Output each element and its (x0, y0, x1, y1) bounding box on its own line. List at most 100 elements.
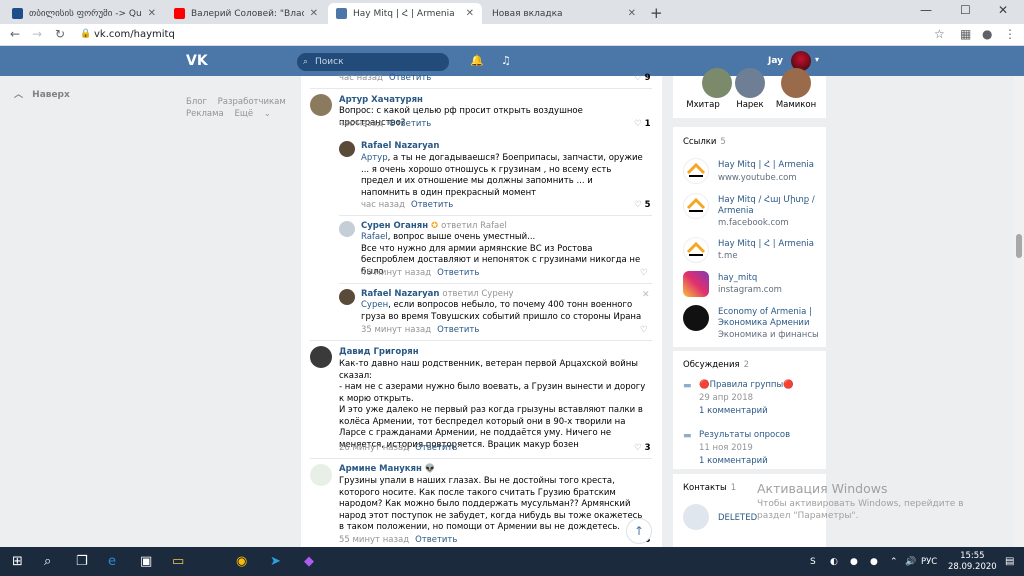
tray-icon[interactable]: ◐ (830, 557, 838, 567)
avatar[interactable] (310, 464, 332, 486)
music-icon[interactable]: ♫ (501, 54, 511, 67)
app-icon[interactable]: ◆ (304, 554, 314, 569)
language-indicator[interactable]: РУС (921, 557, 937, 567)
tab-new-tab[interactable]: Новая вкладка ✕ (484, 3, 644, 24)
friend-name[interactable]: Нарек (725, 100, 775, 110)
back-arrow-icon[interactable]: ← (10, 27, 20, 41)
reply-link[interactable]: Ответить (415, 535, 457, 545)
edge-icon[interactable]: e (108, 554, 116, 569)
mention-link[interactable]: Сурен (361, 300, 388, 310)
discussion-comments[interactable]: 1 комментарий (699, 456, 768, 466)
links-title[interactable]: Ссылки 5 (683, 137, 726, 147)
like-button[interactable]: ♡ (640, 268, 648, 278)
user-name[interactable]: Jay (768, 56, 783, 66)
comment-author[interactable]: Давид Григорян (339, 347, 419, 357)
windows-start-icon[interactable]: ⊞ (12, 554, 23, 569)
task-view-icon[interactable]: ❐ (76, 554, 88, 569)
page-scrollbar[interactable] (1014, 76, 1024, 547)
chrome-icon[interactable]: ◉ (236, 554, 247, 569)
link-title[interactable]: Economy of Armenia | Экономика Армении (718, 307, 823, 329)
friend-name[interactable]: Мхитар (678, 100, 728, 110)
tab-georgian-forum[interactable]: თბილისის ფორუმი -> Quotin ✕ (4, 3, 164, 24)
link-title[interactable]: Hay Mitq | Հ | Armenia (718, 160, 823, 171)
close-icon[interactable]: ✕ (642, 290, 650, 300)
extension-icon[interactable]: ▦ (960, 27, 971, 41)
vk-logo[interactable]: VK (186, 53, 208, 69)
profile-icon[interactable]: ● (982, 27, 992, 41)
avatar[interactable] (310, 94, 332, 116)
taskbar-clock[interactable]: 15:55 28.09.2020 (948, 551, 997, 573)
lock-icon[interactable]: 🔒 (80, 29, 91, 39)
reply-link[interactable]: Ответить (437, 325, 479, 335)
search-icon[interactable]: ⌕ (44, 554, 51, 569)
bookmark-star-icon[interactable]: ☆ (934, 27, 945, 41)
contact-name[interactable]: DELETED (718, 513, 757, 524)
tab-vk-haymitq[interactable]: Hay Mitq | Հ | Armenia ✕ (328, 3, 482, 24)
link-title[interactable]: Hay Mitq / Հայ Միտք / Armenia (718, 195, 823, 217)
tab-youtube[interactable]: Валерий Соловей: "Власть боит ✕ (166, 3, 326, 24)
like-button[interactable]: ♡ 5 (634, 200, 651, 210)
avatar[interactable] (735, 68, 765, 98)
chevron-up-icon[interactable]: ⌃ (890, 557, 898, 567)
tray-icon[interactable]: ● (850, 557, 858, 567)
scroll-up-button[interactable]: ↑ (626, 518, 652, 544)
instagram-logo-icon[interactable] (683, 271, 709, 297)
close-tab-icon[interactable]: ✕ (466, 8, 474, 19)
footer-link-more[interactable]: Ещё ⌄ (234, 109, 270, 119)
friend-name[interactable]: Мамикон (771, 100, 821, 110)
discussions-title[interactable]: Обсуждения 2 (683, 360, 749, 370)
avatar[interactable] (781, 68, 811, 98)
close-tab-icon[interactable]: ✕ (148, 8, 156, 19)
comment-author[interactable]: Rafael Nazaryan (361, 141, 439, 151)
new-tab-button[interactable]: + (650, 4, 663, 22)
like-button[interactable]: ♡3 (634, 443, 651, 453)
reply-link[interactable]: Ответить (411, 200, 453, 210)
maximize-button[interactable]: ☐ (960, 3, 971, 17)
avatar[interactable] (310, 346, 332, 368)
avatar[interactable] (339, 289, 355, 305)
discussion-comments[interactable]: 1 комментарий (699, 406, 768, 416)
avatar[interactable] (702, 68, 732, 98)
close-tab-icon[interactable]: ✕ (628, 8, 636, 19)
link-title[interactable]: Hay Mitq | Հ | Armenia (718, 239, 823, 250)
like-button[interactable]: ♡ (640, 325, 648, 335)
scroll-to-top-link[interactable]: ︿ Наверх (14, 87, 70, 100)
mention-link[interactable]: Rafael (361, 232, 388, 242)
close-window-button[interactable]: ✕ (998, 3, 1008, 17)
like-button[interactable]: ♡ 1 (634, 119, 651, 129)
reply-link[interactable]: Ответить (389, 119, 431, 129)
footer-link-developers[interactable]: Разработчикам (218, 97, 286, 107)
notifications-bell-icon[interactable]: 🔔 (470, 54, 484, 67)
menu-kebab-icon[interactable]: ⋮ (1004, 27, 1016, 41)
reply-link[interactable]: Ответить (415, 443, 457, 453)
discussion-title[interactable]: 🔴Правила группы🔴 (699, 380, 794, 390)
file-explorer-icon[interactable]: ▭ (172, 554, 184, 569)
link-title[interactable]: hay_mitq (718, 273, 823, 284)
chevron-down-icon[interactable]: ▾ (815, 55, 819, 64)
tray-icon[interactable]: ● (870, 557, 878, 567)
reply-link[interactable]: Ответить (437, 268, 479, 278)
mention-link[interactable]: Артур (361, 153, 388, 163)
haymitq-logo[interactable] (683, 193, 709, 219)
deleted-user-avatar[interactable] (683, 504, 709, 530)
search-input[interactable]: ⌕ Поиск (297, 53, 449, 71)
footer-link-ads[interactable]: Реклама (186, 109, 224, 119)
telegram-icon[interactable]: ➤ (270, 554, 281, 569)
reply-link[interactable]: Ответить (389, 73, 431, 83)
haymitq-logo[interactable] (683, 237, 709, 263)
contacts-title[interactable]: Контакты 1 (683, 483, 736, 493)
notification-center-icon[interactable]: ▤ (1005, 556, 1014, 567)
economy-armenia-logo-icon[interactable] (683, 305, 709, 331)
avatar[interactable] (339, 221, 355, 237)
discussion-title[interactable]: Результаты опросов (699, 430, 790, 440)
scrollbar-thumb[interactable] (1016, 234, 1022, 258)
speaker-icon[interactable]: 🔊 (905, 557, 916, 567)
like-button[interactable]: ♡ 9 (634, 73, 651, 83)
haymitq-logo[interactable] (683, 158, 709, 184)
avatar[interactable] (339, 141, 355, 157)
skype-icon[interactable]: S (810, 557, 816, 567)
reload-icon[interactable]: ↻ (55, 27, 65, 41)
comment-author[interactable]: Артур Хачатурян (339, 95, 423, 105)
minimize-button[interactable]: — (920, 3, 932, 17)
footer-link-blog[interactable]: Блог (186, 97, 207, 107)
